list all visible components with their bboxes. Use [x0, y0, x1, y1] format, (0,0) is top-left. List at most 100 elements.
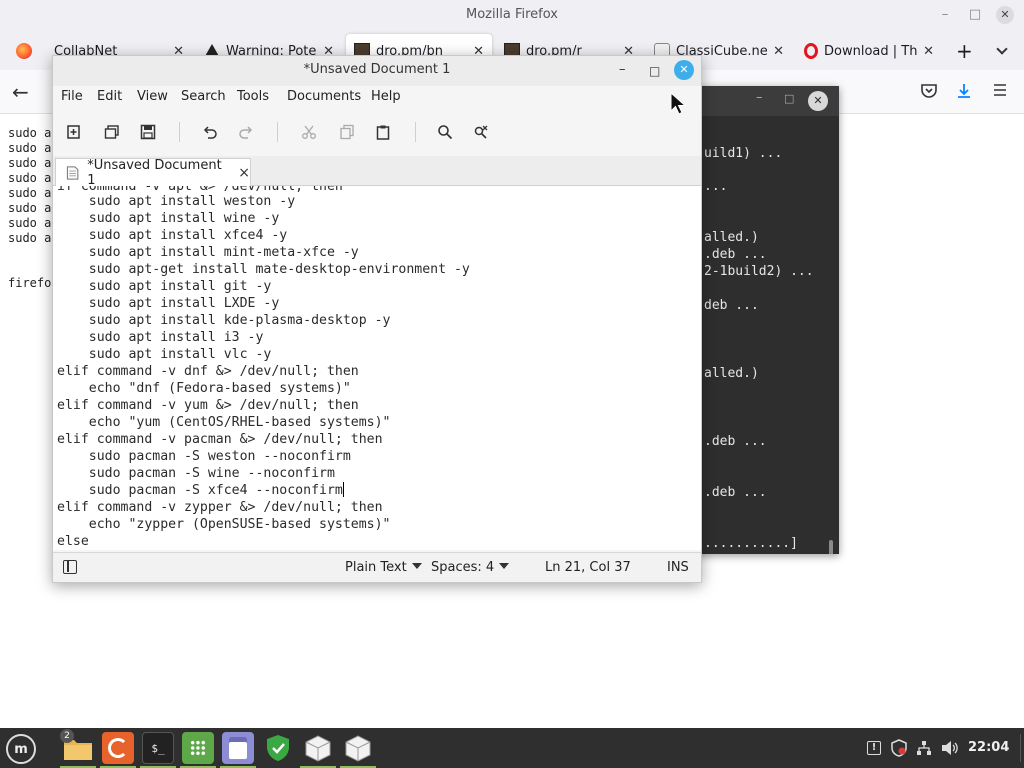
menu-tools[interactable]: Tools — [237, 89, 269, 104]
terminal-launcher[interactable]: $_ — [142, 732, 174, 764]
indent-label: Spaces: 4 — [431, 560, 495, 575]
terminal-line: .deb ... — [704, 485, 767, 500]
new-window-button[interactable] — [100, 120, 124, 144]
minimize-icon[interactable]: – — [930, 0, 960, 30]
undo-button[interactable] — [198, 120, 222, 144]
close-icon[interactable]: × — [238, 165, 250, 181]
firefox-icon — [108, 738, 128, 758]
taskbar: m 2 $_ ! 22:04 — [0, 728, 1024, 768]
find-button[interactable] — [433, 120, 457, 144]
terminal-scrollbar[interactable] — [829, 540, 833, 554]
sidebar-toggle-icon[interactable] — [63, 560, 77, 574]
menu-view[interactable]: View — [137, 89, 168, 104]
page-text-line: sudo a — [8, 231, 52, 245]
minimize-icon[interactable]: – — [756, 90, 763, 105]
text-editor-launcher[interactable] — [222, 732, 254, 764]
syntax-label: Plain Text — [345, 560, 407, 575]
cut-button[interactable] — [297, 120, 321, 144]
text-editor-window[interactable]: *Unsaved Document 1 – □ ✕ File Edit View… — [52, 55, 702, 583]
toolbar-separator — [415, 122, 416, 142]
maximize-icon[interactable]: □ — [649, 57, 660, 85]
tab-list-button[interactable] — [990, 34, 1020, 68]
new-document-button[interactable] — [62, 120, 86, 144]
copy-button[interactable] — [335, 120, 359, 144]
code-line: elif command -v yum &> /dev/null; then — [57, 398, 359, 413]
pocket-icon[interactable] — [920, 82, 938, 100]
close-icon[interactable]: ✕ — [808, 91, 828, 111]
terminal-line: deb ... — [704, 298, 759, 313]
indent-selector[interactable]: Spaces: 4 — [431, 560, 510, 575]
new-tab-button[interactable]: + — [948, 34, 980, 68]
volume-icon[interactable] — [940, 738, 960, 758]
code-line: sudo apt install mint-meta-xfce -y — [57, 245, 359, 260]
close-icon[interactable]: ✕ — [674, 60, 694, 80]
maximize-icon[interactable]: □ — [784, 92, 794, 105]
scissors-icon — [302, 125, 316, 139]
page-text-line: sudo a — [8, 216, 52, 230]
menu-documents[interactable]: Documents — [287, 89, 361, 104]
menu-edit[interactable]: Edit — [97, 89, 122, 104]
security-launcher[interactable] — [262, 732, 294, 764]
editor-statusbar: Plain Text Spaces: 4 Ln 21, Col 37 INS — [53, 552, 701, 582]
terminal-line: ...........] — [704, 536, 798, 551]
show-desktop-button[interactable] — [1020, 734, 1021, 762]
code-line: echo "zypper (OpenSUSE-based systems)" — [57, 517, 391, 532]
toolbar-separator — [277, 122, 278, 142]
maximize-icon[interactable]: □ — [960, 0, 990, 30]
dropdown-arrow-icon — [411, 563, 422, 569]
tab-download[interactable]: Download | The ✕ — [796, 34, 942, 68]
redo-icon — [239, 126, 253, 139]
update-manager-icon[interactable]: ! — [864, 738, 884, 758]
code-line: sudo apt-get install mate-desktop-enviro… — [57, 262, 470, 277]
back-arrow-icon[interactable]: ← — [12, 80, 29, 104]
minimize-icon[interactable]: – — [619, 56, 626, 84]
download-icon[interactable] — [955, 82, 973, 100]
opera-icon — [804, 43, 818, 59]
firefox-icon — [16, 43, 32, 59]
paste-button[interactable] — [371, 120, 395, 144]
code-line: echo "dnf (Fedora-based systems)" — [57, 381, 351, 396]
mint-menu-icon[interactable]: m — [6, 734, 36, 764]
copy-icon — [340, 124, 354, 140]
clock[interactable]: 22:04 — [968, 740, 1009, 755]
files-launcher[interactable]: 2 — [60, 729, 94, 764]
clipboard-icon — [376, 125, 390, 140]
code-line: sudo apt install weston -y — [57, 194, 296, 209]
shield-tray-icon[interactable] — [889, 738, 909, 758]
code-line: sudo apt install i3 -y — [57, 330, 264, 345]
close-icon[interactable]: ✕ — [923, 44, 934, 59]
editor-text-area[interactable]: if command -v apt &> /dev/null; then sud… — [53, 186, 701, 550]
network-icon[interactable] — [914, 738, 934, 758]
menu-search[interactable]: Search — [181, 89, 226, 104]
save-button[interactable] — [136, 120, 160, 144]
page-text-line: sudo a — [8, 171, 52, 185]
redo-button[interactable] — [234, 120, 258, 144]
classicube-launcher-1[interactable] — [302, 732, 334, 764]
page-text-line: sudo a — [8, 141, 52, 155]
terminal-line: .deb ... — [704, 247, 767, 262]
mouse-pointer-icon — [670, 92, 687, 115]
firefox-close-button[interactable]: ✕ — [990, 0, 1020, 30]
firefox-launcher[interactable] — [102, 732, 134, 764]
code-line: elif command -v zypper &> /dev/null; the… — [57, 500, 383, 515]
firefox-menu-tab[interactable] — [8, 34, 46, 68]
current-line-text: sudo pacman -S xfce4 --noconfirm — [57, 483, 343, 498]
menu-help[interactable]: Help — [371, 89, 401, 104]
terminal-line: ... — [704, 179, 728, 194]
classicube-launcher-2[interactable] — [342, 732, 374, 764]
cube-icon — [305, 735, 331, 762]
app-grid-launcher[interactable] — [182, 732, 214, 764]
save-icon — [140, 124, 156, 140]
close-icon[interactable]: ✕ — [773, 44, 784, 59]
terminal-window[interactable]: – □ ✕ uild1) ... ... alled.) .deb ... 2-… — [690, 86, 839, 554]
editor-document-tab[interactable]: *Unsaved Document 1 × — [55, 158, 251, 188]
page-text-line: firefo — [8, 276, 52, 290]
syntax-selector[interactable]: Plain Text — [345, 560, 422, 575]
code-line-current: sudo pacman -S xfce4 --noconfirm — [57, 482, 344, 499]
text-file-icon — [66, 165, 79, 180]
replace-button[interactable] — [469, 120, 493, 144]
shield-icon — [267, 735, 289, 761]
editor-window-title: *Unsaved Document 1 — [303, 62, 451, 77]
menu-file[interactable]: File — [61, 89, 83, 104]
hamburger-menu-icon[interactable] — [992, 82, 1008, 98]
